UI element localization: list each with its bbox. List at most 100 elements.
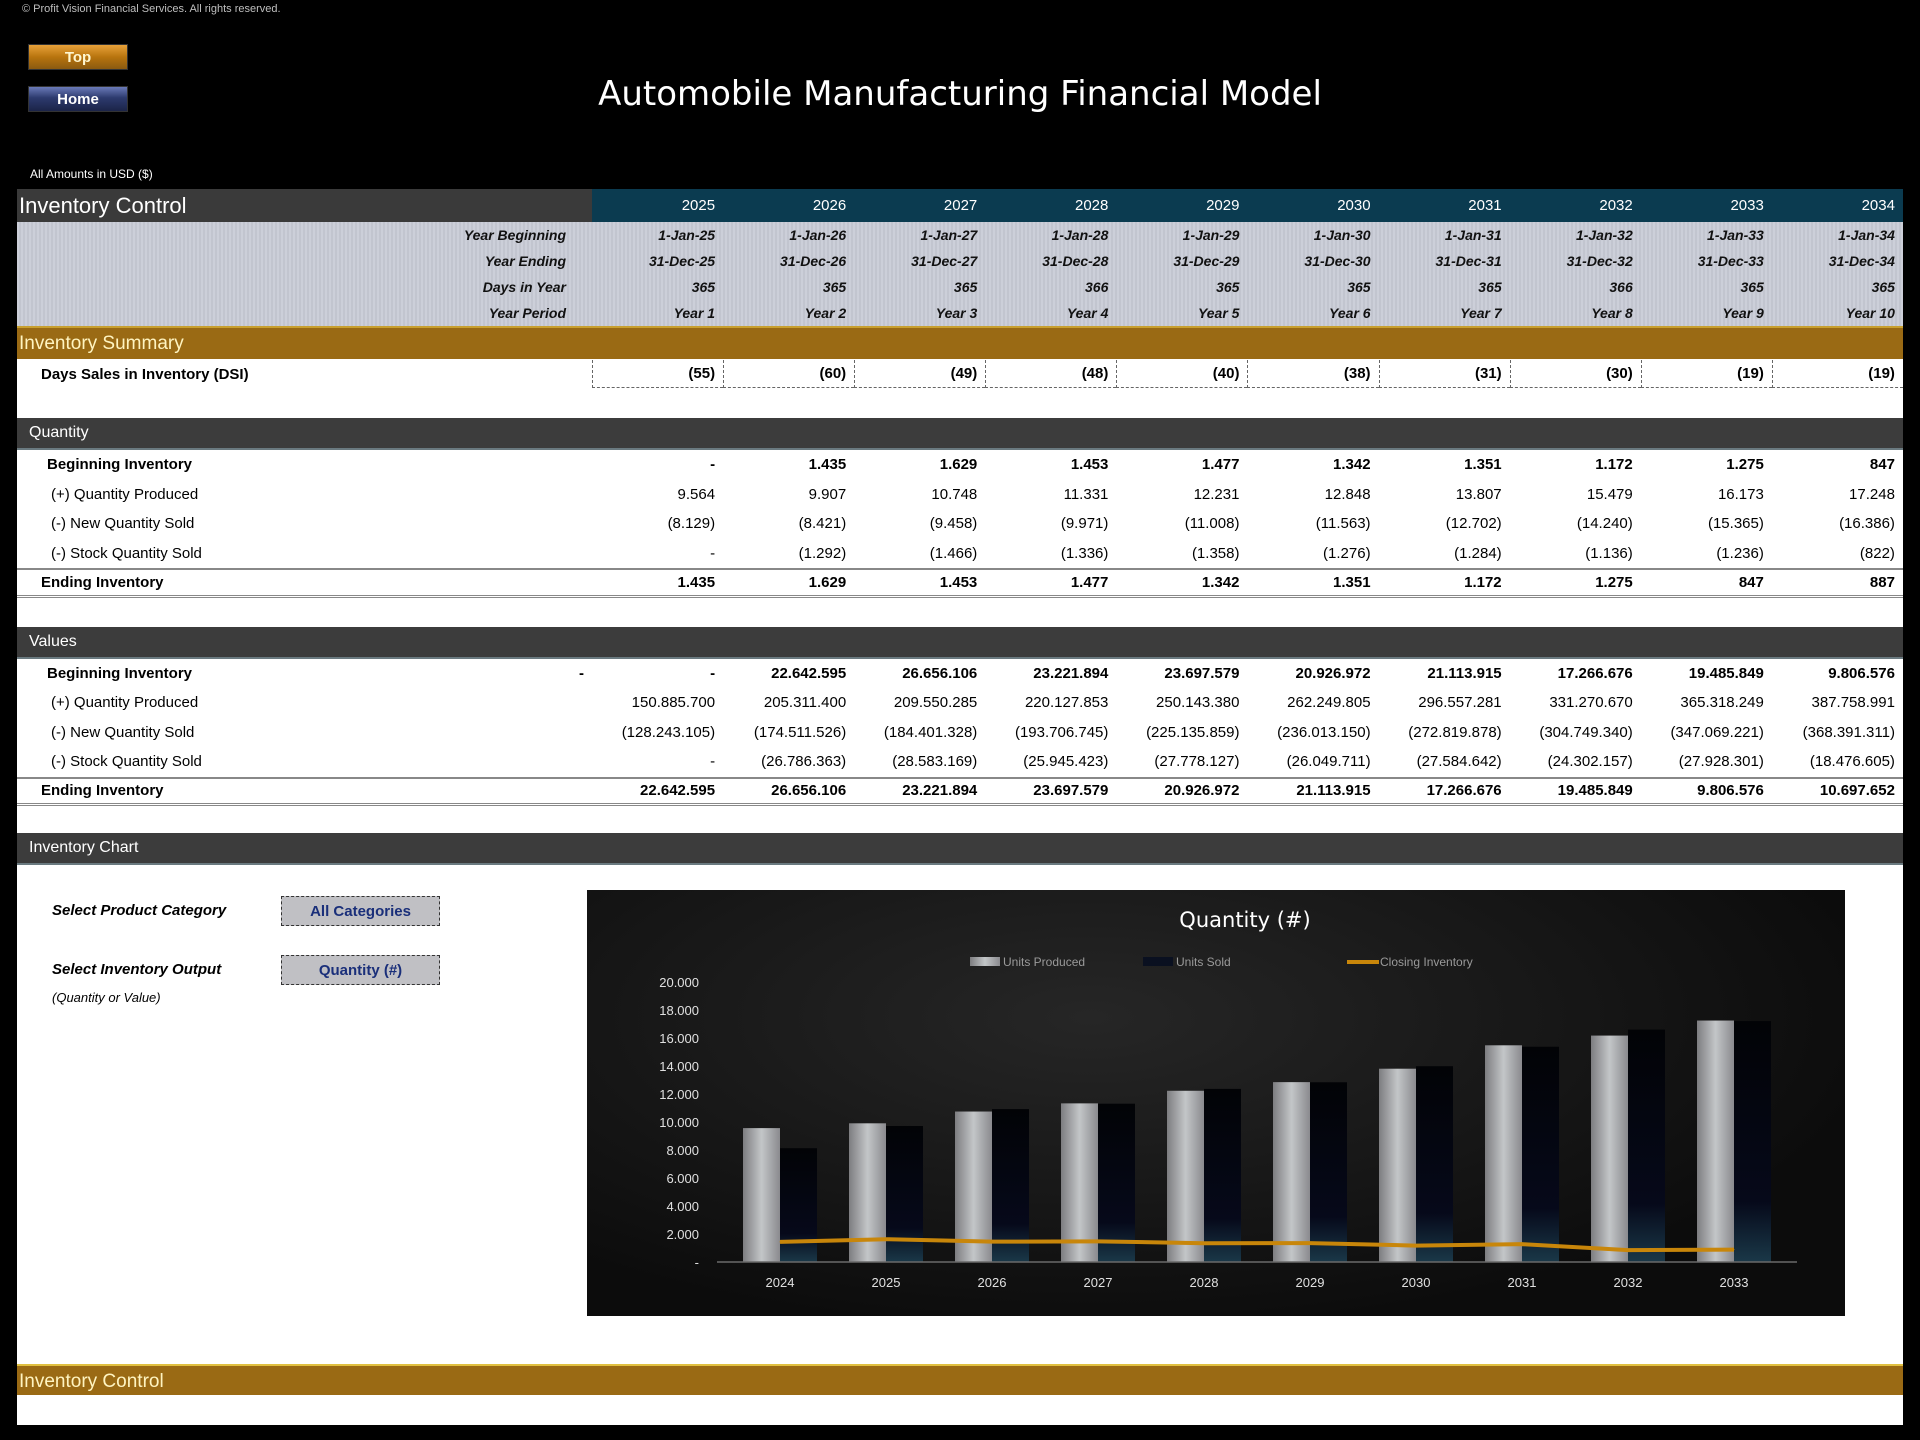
value-cell[interactable]: 1.453 (985, 456, 1116, 473)
value-cell[interactable]: (1.284) (1379, 545, 1510, 562)
value-cell[interactable]: (8.129) (592, 515, 723, 532)
value-cell[interactable]: (11.008) (1116, 515, 1247, 532)
value-cell[interactable]: 10.697.652 (1772, 782, 1903, 799)
value-cell[interactable]: 1.477 (1116, 456, 1247, 473)
value-cell[interactable]: 331.270.670 (1510, 694, 1641, 711)
value-cell[interactable]: 23.221.894 (985, 665, 1116, 682)
value-cell[interactable]: (193.706.745) (985, 724, 1116, 741)
value-cell[interactable]: 26.656.106 (723, 782, 854, 799)
value-cell[interactable]: (225.135.859) (1116, 724, 1247, 741)
value-cell[interactable]: 1.342 (1116, 574, 1247, 591)
dsi-cell[interactable]: (30) (1509, 360, 1641, 388)
value-cell[interactable]: 9.907 (723, 486, 854, 503)
value-cell[interactable]: 11.331 (985, 486, 1116, 503)
value-cell[interactable]: 20.926.972 (1116, 782, 1247, 799)
value-cell[interactable]: 209.550.285 (854, 694, 985, 711)
value-cell[interactable]: (304.749.340) (1510, 724, 1641, 741)
value-cell[interactable]: 220.127.853 (985, 694, 1116, 711)
value-cell[interactable]: (9.971) (985, 515, 1116, 532)
value-cell[interactable]: 9.806.576 (1772, 665, 1903, 682)
value-cell[interactable]: 847 (1641, 574, 1772, 591)
value-cell[interactable]: (26.049.711) (1247, 753, 1378, 770)
value-cell[interactable]: (26.786.363) (723, 753, 854, 770)
value-cell[interactable]: (236.013.150) (1247, 724, 1378, 741)
dsi-cell[interactable]: (19) (1640, 360, 1772, 388)
value-cell[interactable]: 1.172 (1379, 574, 1510, 591)
value-cell[interactable]: 22.642.595 (592, 782, 723, 799)
value-cell[interactable]: 17.266.676 (1379, 782, 1510, 799)
value-cell[interactable]: (822) (1772, 545, 1903, 562)
value-cell[interactable]: 23.221.894 (854, 782, 985, 799)
value-cell[interactable]: (27.928.301) (1641, 753, 1772, 770)
value-cell[interactable]: (347.069.221) (1641, 724, 1772, 741)
dsi-cell[interactable]: (49) (854, 360, 986, 388)
value-cell[interactable]: (1.292) (723, 545, 854, 562)
value-cell[interactable]: 1.351 (1379, 456, 1510, 473)
top-button[interactable]: Top (28, 44, 128, 70)
value-cell[interactable]: 296.557.281 (1379, 694, 1510, 711)
value-cell[interactable]: (11.563) (1247, 515, 1378, 532)
product-category-select[interactable]: All Categories (281, 896, 440, 926)
value-cell[interactable]: 19.485.849 (1641, 665, 1772, 682)
value-cell[interactable]: (24.302.157) (1510, 753, 1641, 770)
value-cell[interactable]: 17.248 (1772, 486, 1903, 503)
value-cell[interactable]: (28.583.169) (854, 753, 985, 770)
inventory-output-select[interactable]: Quantity (#) (281, 955, 440, 985)
value-cell[interactable]: (128.243.105) (592, 724, 723, 741)
value-cell[interactable]: 21.113.915 (1379, 665, 1510, 682)
value-cell[interactable]: 205.311.400 (723, 694, 854, 711)
value-cell[interactable]: 22.642.595 (723, 665, 854, 682)
value-cell[interactable]: (272.819.878) (1379, 724, 1510, 741)
value-cell[interactable]: - (592, 665, 723, 682)
value-cell[interactable]: - (592, 753, 723, 770)
value-cell[interactable]: 9.564 (592, 486, 723, 503)
dsi-cell[interactable]: (55) (592, 360, 724, 388)
value-cell[interactable]: 1.275 (1510, 574, 1641, 591)
value-cell[interactable]: 1.342 (1247, 456, 1378, 473)
dsi-cell[interactable]: (60) (723, 360, 855, 388)
value-cell[interactable]: 23.697.579 (985, 782, 1116, 799)
value-cell[interactable]: 1.435 (723, 456, 854, 473)
value-cell[interactable]: 10.748 (854, 486, 985, 503)
value-cell[interactable]: 150.885.700 (592, 694, 723, 711)
value-cell[interactable]: 887 (1772, 574, 1903, 591)
value-cell[interactable]: (174.511.526) (723, 724, 854, 741)
value-cell[interactable]: 387.758.991 (1772, 694, 1903, 711)
value-cell[interactable]: - (592, 456, 723, 473)
value-cell[interactable]: 1.275 (1641, 456, 1772, 473)
dsi-cell[interactable]: (48) (985, 360, 1117, 388)
value-cell[interactable]: (1.276) (1247, 545, 1378, 562)
value-cell[interactable]: 1.629 (854, 456, 985, 473)
value-cell[interactable]: 262.249.805 (1247, 694, 1378, 711)
value-cell[interactable]: 365.318.249 (1641, 694, 1772, 711)
value-cell[interactable]: (184.401.328) (854, 724, 985, 741)
value-cell[interactable]: (1.236) (1641, 545, 1772, 562)
value-cell[interactable]: 19.485.849 (1510, 782, 1641, 799)
value-cell[interactable]: 1.453 (854, 574, 985, 591)
value-cell[interactable]: (8.421) (723, 515, 854, 532)
value-cell[interactable]: 16.173 (1641, 486, 1772, 503)
value-cell[interactable]: (18.476.605) (1772, 753, 1903, 770)
value-cell[interactable]: (1.466) (854, 545, 985, 562)
value-cell[interactable]: (25.945.423) (985, 753, 1116, 770)
value-cell[interactable]: 250.143.380 (1116, 694, 1247, 711)
value-cell[interactable]: (1.136) (1510, 545, 1641, 562)
value-cell[interactable]: (1.358) (1116, 545, 1247, 562)
value-cell[interactable]: (1.336) (985, 545, 1116, 562)
dsi-cell[interactable]: (19) (1771, 360, 1903, 388)
value-cell[interactable]: (27.778.127) (1116, 753, 1247, 770)
dsi-cell[interactable]: (31) (1378, 360, 1510, 388)
value-cell[interactable]: 12.848 (1247, 486, 1378, 503)
value-cell[interactable]: (12.702) (1379, 515, 1510, 532)
dsi-cell[interactable]: (40) (1116, 360, 1248, 388)
value-cell[interactable]: 20.926.972 (1247, 665, 1378, 682)
value-cell[interactable]: 26.656.106 (854, 665, 985, 682)
value-cell[interactable]: 1.629 (723, 574, 854, 591)
value-cell[interactable]: 17.266.676 (1510, 665, 1641, 682)
value-cell[interactable]: 1.435 (592, 574, 723, 591)
value-cell[interactable]: (9.458) (854, 515, 985, 532)
value-cell[interactable]: (15.365) (1641, 515, 1772, 532)
value-cell[interactable]: (27.584.642) (1379, 753, 1510, 770)
value-cell[interactable]: (14.240) (1510, 515, 1641, 532)
value-cell[interactable]: - (592, 545, 723, 562)
